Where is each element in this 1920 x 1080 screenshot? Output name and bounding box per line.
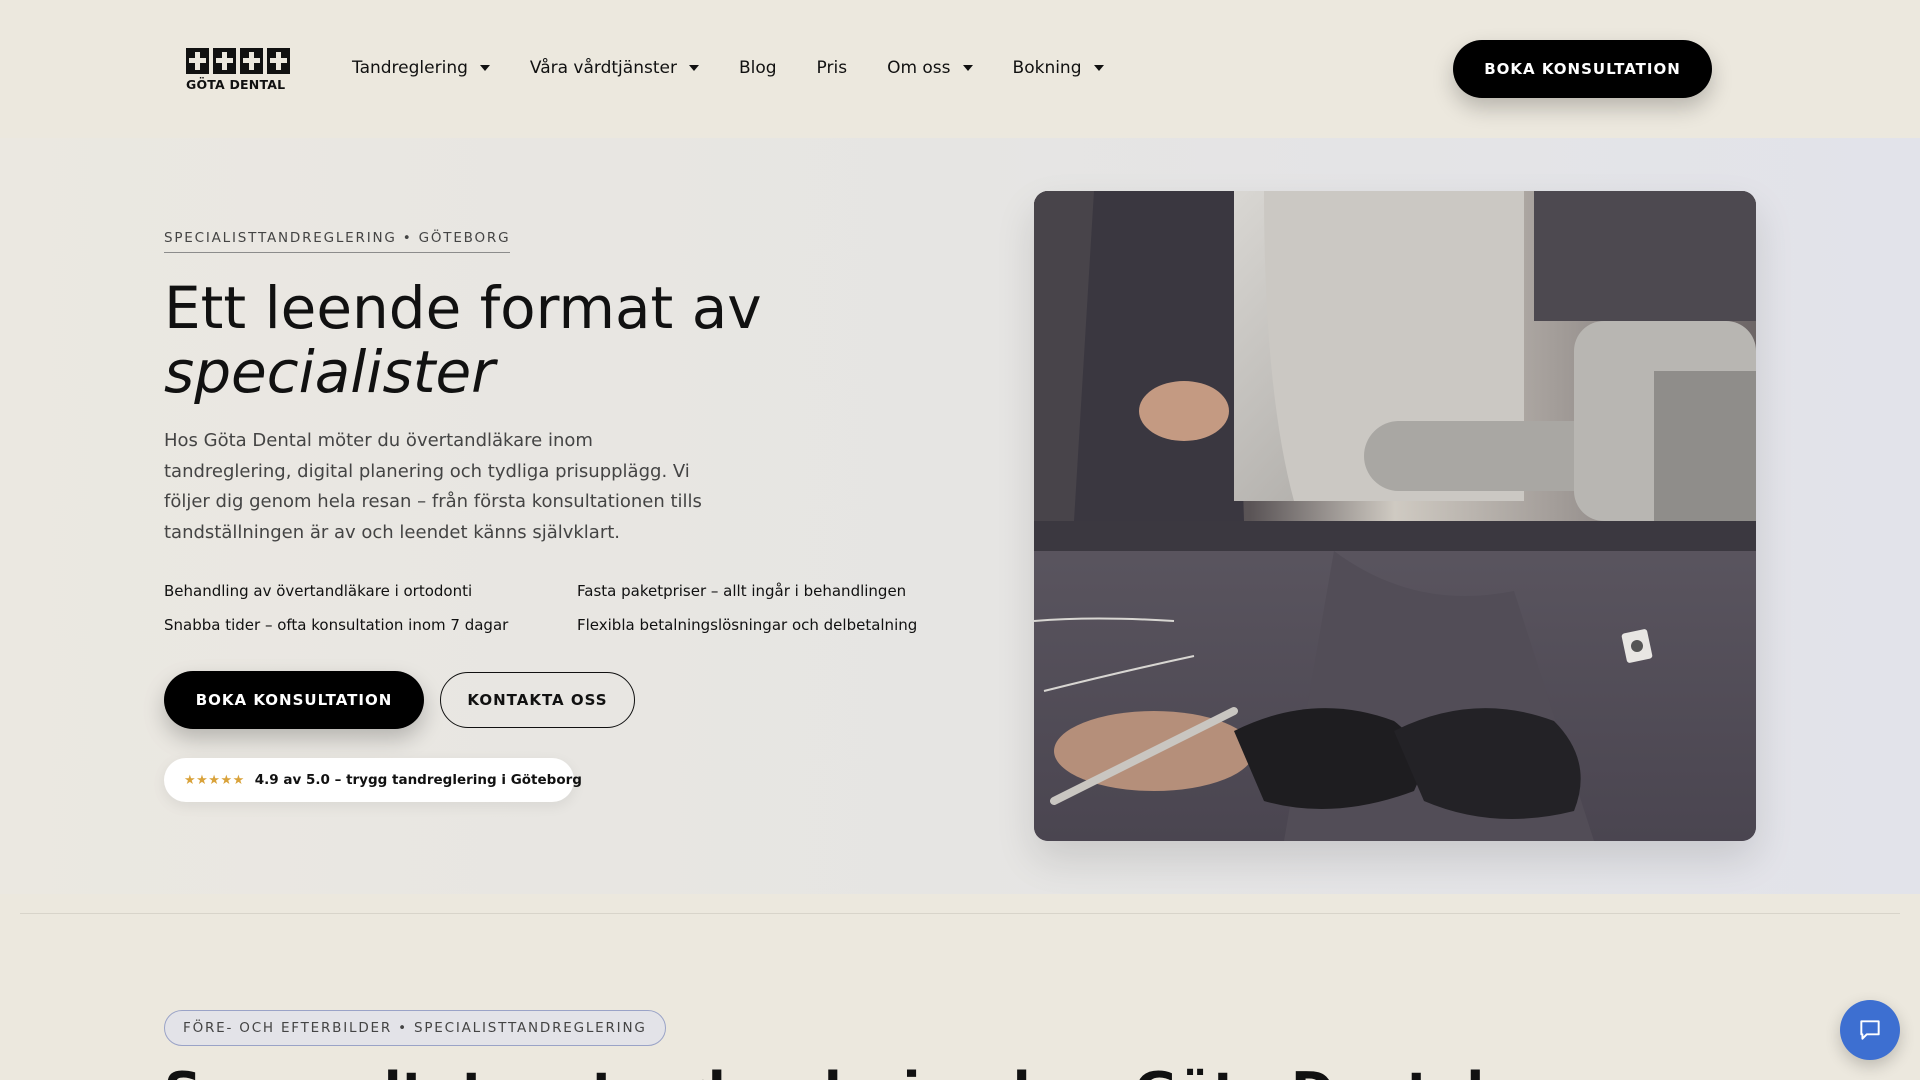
nav-label: Bokning	[1012, 58, 1082, 78]
feature-item: Flexibla betalningslösningar och delbeta…	[577, 616, 918, 634]
nav-label: Blog	[738, 58, 777, 78]
hero-title: Ett leende format av specialister	[164, 276, 762, 404]
hero-image	[1034, 191, 1756, 841]
hero-title-line1: Ett leende format av	[164, 274, 762, 342]
nav-label: Pris	[816, 58, 848, 78]
main-nav: Tandreglering Våra vårdtjänster Blog Pri…	[352, 55, 1144, 81]
caret-down-icon	[962, 65, 973, 71]
rating-text: 4.9 av 5.0 – trygg tandreglering i Göteb…	[254, 772, 582, 788]
nav-item-blog[interactable]: Blog	[739, 58, 777, 78]
star-rating-icon: ★★★★★	[184, 772, 245, 788]
caret-down-icon	[479, 65, 490, 71]
nav-item-tandreglering[interactable]: Tandreglering	[352, 58, 490, 78]
header-book-consultation-button[interactable]: BOKA KONSULTATION	[1453, 40, 1712, 98]
chat-button[interactable]	[1840, 1000, 1900, 1060]
before-after-badge: FÖRE- OCH EFTERBILDER • SPECIALISTTANDRE…	[164, 1010, 666, 1046]
nav-label: Om oss	[887, 58, 951, 78]
nav-item-vardtjanster[interactable]: Våra vårdtjänster	[530, 58, 699, 78]
section-title: Se resultat av tandreglering hos Göta De…	[164, 1062, 1484, 1080]
hero-section: SPECIALISTTANDREGLERING • GÖTEBORG Ett l…	[0, 138, 1920, 894]
nav-item-om-oss[interactable]: Om oss	[887, 58, 973, 78]
feature-item: Behandling av övertandläkare i ortodonti	[164, 582, 473, 600]
section-divider	[20, 913, 1900, 914]
feature-list: Behandling av övertandläkare i ortodonti…	[164, 580, 917, 636]
gota-dental-logo[interactable]: GÖTA DENTAL	[186, 48, 290, 94]
caret-down-icon	[688, 65, 699, 71]
nav-label: Våra vårdtjänster	[529, 58, 677, 78]
nav-label: Tandreglering	[352, 58, 468, 78]
hero-eyebrow: SPECIALISTTANDREGLERING • GÖTEBORG	[164, 230, 511, 253]
site-header: GÖTA DENTAL Tandreglering Våra vårdtjäns…	[0, 0, 1920, 138]
nav-item-pris[interactable]: Pris	[817, 58, 848, 78]
nav-item-bokning[interactable]: Bokning	[1013, 58, 1104, 78]
caret-down-icon	[1093, 65, 1104, 71]
hero-title-line2: specialister	[164, 338, 495, 406]
chat-bubble-icon	[1860, 1020, 1880, 1040]
feature-item: Snabba tider – ofta konsultation inom 7 …	[164, 616, 509, 634]
logo-text: GÖTA DENTAL	[186, 77, 286, 92]
feature-item: Fasta paketpriser – allt ingår i behandl…	[577, 582, 907, 600]
rating-badge: ★★★★★ 4.9 av 5.0 – trygg tandreglering i…	[164, 758, 582, 802]
orthodontist-photo	[1034, 191, 1756, 841]
book-consultation-button[interactable]: BOKA KONSULTATION	[164, 671, 424, 729]
logo-mark	[186, 48, 290, 74]
hero-description: Hos Göta Dental möter du övertandläkare …	[164, 430, 702, 543]
contact-us-button[interactable]: KONTAKTA OSS	[440, 672, 635, 728]
